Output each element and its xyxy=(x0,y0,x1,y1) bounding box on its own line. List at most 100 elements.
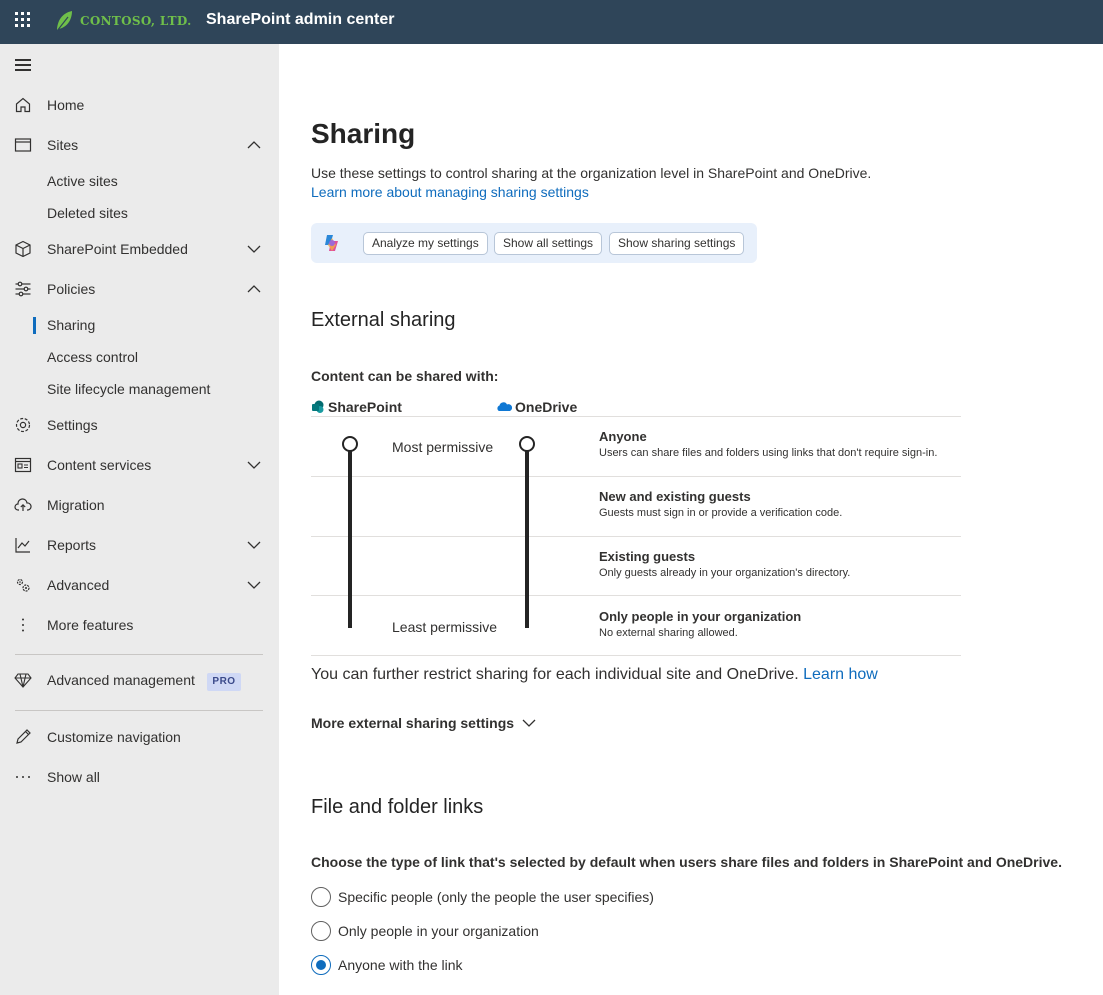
sidebar-item-label: Customize navigation xyxy=(47,729,181,745)
sidebar-item-sharing[interactable]: Sharing xyxy=(0,310,279,340)
sidebar-item-advanced-management[interactable]: Advanced management PRO xyxy=(0,662,279,698)
radio-label: Specific people (only the people the use… xyxy=(338,889,654,905)
leaf-icon xyxy=(56,11,72,32)
radio-specific-people[interactable]: Specific people (only the people the use… xyxy=(311,885,654,909)
level-desc-existing-guests: Only guests already in your organization… xyxy=(599,567,851,579)
gear-icon xyxy=(15,417,31,433)
show-all-settings-button[interactable]: Show all settings xyxy=(494,232,603,255)
sidebar-item-access-control[interactable]: Access control xyxy=(0,342,279,372)
row-divider xyxy=(311,416,961,417)
cloud-upload-icon xyxy=(14,498,32,511)
sidebar-item-content-services[interactable]: Content services xyxy=(0,447,279,483)
onedrive-slider-thumb[interactable] xyxy=(519,436,535,452)
home-icon xyxy=(15,97,31,113)
content-services-icon xyxy=(14,457,32,473)
sidebar-item-label: Home xyxy=(47,97,85,113)
learn-more-link[interactable]: Learn more about managing sharing settin… xyxy=(311,184,589,200)
sidebar-item-label: Settings xyxy=(47,417,98,433)
radio-button[interactable] xyxy=(311,887,331,907)
sidebar-item-label: Deleted sites xyxy=(47,205,128,221)
sidebar-item-label: Active sites xyxy=(47,173,118,189)
sidebar-item-label: Show all xyxy=(47,769,100,785)
show-all-button[interactable]: Show all xyxy=(0,759,279,795)
sidebar-item-label: Advanced management xyxy=(47,672,195,688)
radio-button-checked[interactable] xyxy=(311,955,331,975)
chevron-down-icon xyxy=(247,461,261,469)
radio-only-people-in-org[interactable]: Only people in your organization xyxy=(311,919,539,943)
more-vertical-icon xyxy=(22,618,24,632)
least-permissive-label: Least permissive xyxy=(392,619,498,635)
sidebar-item-label: Reports xyxy=(47,537,97,553)
radio-anyone-with-link[interactable]: Anyone with the link xyxy=(311,953,463,977)
onedrive-slider-track[interactable] xyxy=(525,446,529,628)
sidebar-item-label: Site lifecycle management xyxy=(47,381,211,397)
hamburger-menu-icon[interactable] xyxy=(15,59,31,71)
row-divider xyxy=(311,595,961,596)
level-title-new-existing-guests: New and existing guests xyxy=(599,489,751,504)
sidebar-item-home[interactable]: Home xyxy=(0,87,279,123)
copilot-icon xyxy=(325,235,338,251)
chevron-down-icon xyxy=(522,719,536,727)
level-title-only-org: Only people in your organization xyxy=(599,609,802,624)
sidebar-item-settings[interactable]: Settings xyxy=(0,407,279,443)
external-sharing-heading: External sharing xyxy=(311,309,456,331)
sidebar: Home Sites Active sites Deleted sites Sh… xyxy=(0,44,279,995)
row-divider xyxy=(311,476,961,477)
sharepoint-column-header: SharePoint xyxy=(311,399,402,415)
onedrive-column-header: OneDrive xyxy=(496,399,577,415)
selected-indicator xyxy=(33,317,36,334)
sidebar-item-sites[interactable]: Sites xyxy=(0,127,279,163)
level-desc-anyone: Users can share files and folders using … xyxy=(599,447,938,459)
row-divider xyxy=(311,655,961,656)
learn-how-link[interactable]: Learn how xyxy=(803,666,878,683)
radio-button[interactable] xyxy=(311,921,331,941)
sidebar-item-policies[interactable]: Policies xyxy=(0,271,279,307)
sidebar-item-label: Advanced xyxy=(47,577,110,593)
row-divider xyxy=(311,536,961,537)
level-desc-only-org: No external sharing allowed. xyxy=(599,627,738,639)
sidebar-item-label: Policies xyxy=(47,281,96,297)
customize-navigation-button[interactable]: Customize navigation xyxy=(0,719,279,755)
main-content: Sharing Use these settings to control sh… xyxy=(279,44,1103,995)
app-title[interactable]: SharePoint admin center xyxy=(206,11,395,29)
sharepoint-slider-thumb[interactable] xyxy=(342,436,358,452)
logo-text: CONTOSO, LTD. xyxy=(80,14,192,28)
sidebar-item-sharepoint-embedded[interactable]: SharePoint Embedded xyxy=(0,231,279,267)
chevron-down-icon xyxy=(247,541,261,549)
sharepoint-label: SharePoint xyxy=(328,399,402,415)
default-link-question: Choose the type of link that's selected … xyxy=(311,854,1062,870)
sidebar-divider xyxy=(15,654,263,655)
sites-icon xyxy=(14,138,32,152)
level-desc-new-existing-guests: Guests must sign in or provide a verific… xyxy=(599,507,843,519)
sidebar-item-active-sites[interactable]: Active sites xyxy=(0,166,279,196)
app-launcher-icon[interactable] xyxy=(15,12,31,28)
pencil-icon xyxy=(16,729,31,744)
sidebar-divider xyxy=(15,710,263,711)
level-title-existing-guests: Existing guests xyxy=(599,549,696,564)
pro-badge: PRO xyxy=(207,673,241,691)
chart-icon xyxy=(15,538,30,553)
sidebar-item-deleted-sites[interactable]: Deleted sites xyxy=(0,198,279,228)
content-shared-label: Content can be shared with: xyxy=(311,368,499,384)
most-permissive-label: Most permissive xyxy=(392,439,494,455)
sidebar-item-more-features[interactable]: More features xyxy=(0,607,279,643)
sharepoint-slider-track[interactable] xyxy=(348,446,352,628)
sidebar-item-label: More features xyxy=(47,617,134,633)
sidebar-item-reports[interactable]: Reports xyxy=(0,527,279,563)
onedrive-icon xyxy=(497,402,512,411)
show-sharing-settings-button[interactable]: Show sharing settings xyxy=(609,232,745,255)
sidebar-item-site-lifecycle-management[interactable]: Site lifecycle management xyxy=(0,374,279,404)
more-external-sharing-settings-toggle[interactable]: More external sharing settings xyxy=(311,715,536,731)
sidebar-item-advanced[interactable]: Advanced xyxy=(0,567,279,603)
radio-label: Anyone with the link xyxy=(338,957,463,973)
file-folder-links-heading: File and folder links xyxy=(311,796,484,818)
analyze-my-settings-button[interactable]: Analyze my settings xyxy=(363,232,488,255)
sidebar-item-label: Migration xyxy=(47,497,105,513)
sidebar-item-migration[interactable]: Migration xyxy=(0,487,279,523)
top-bar: CONTOSO, LTD. SharePoint admin center xyxy=(0,0,1103,44)
sidebar-item-label: SharePoint Embedded xyxy=(47,241,188,257)
sharepoint-icon xyxy=(312,400,324,413)
chevron-down-icon xyxy=(247,581,261,589)
company-logo[interactable]: CONTOSO, LTD. xyxy=(54,8,192,34)
copilot-suggestions-bar: Analyze my settings Show all settings Sh… xyxy=(311,223,757,263)
